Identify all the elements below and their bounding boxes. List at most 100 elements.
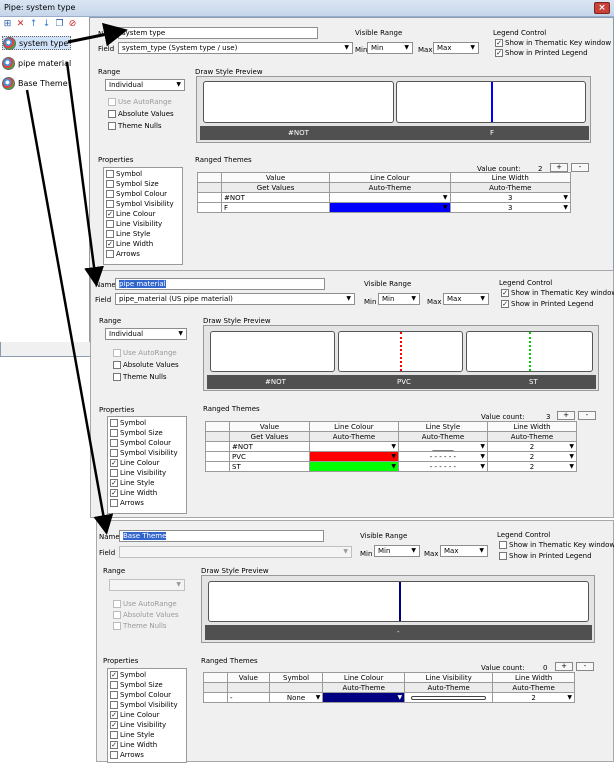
table-row[interactable]: - None ▼ ▼ 2 ▼: [203, 692, 575, 703]
add-value-button[interactable]: +: [550, 163, 568, 172]
get-values-button[interactable]: Get Values: [220, 182, 331, 193]
chevron-down-icon: ▼: [411, 547, 416, 554]
range-mode-select[interactable]: Individual ▼: [105, 328, 187, 340]
theme-nulls-checkbox[interactable]: Theme Nulls: [113, 621, 167, 631]
add-value-button[interactable]: +: [557, 411, 575, 420]
show-thematic-checkbox[interactable]: ✓ Show in Thematic Key window: [495, 38, 611, 48]
absolute-values-checkbox[interactable]: Absolute Values: [113, 610, 179, 620]
auto-theme-button[interactable]: Auto-Theme: [308, 431, 399, 442]
prop-line-visibility[interactable]: Line Visibility: [110, 468, 184, 478]
prop-line-style[interactable]: Line Style: [110, 730, 184, 740]
name-input[interactable]: Base Theme: [119, 530, 324, 542]
remove-value-button[interactable]: -: [578, 411, 596, 420]
prop-symbol[interactable]: Symbol: [106, 169, 180, 179]
auto-theme-button[interactable]: Auto-Theme: [449, 182, 572, 193]
auto-theme-button[interactable]: Auto-Theme: [492, 682, 575, 693]
max-select[interactable]: Max ▼: [440, 545, 488, 557]
move-down-icon[interactable]: ↓: [41, 19, 52, 30]
theme-nulls-checkbox[interactable]: Theme Nulls: [108, 121, 162, 131]
prop-line-width[interactable]: ✓ Line Width: [106, 239, 180, 249]
field-select[interactable]: ▼: [119, 546, 352, 558]
prop-symbol[interactable]: ✓ Symbol: [110, 670, 184, 680]
show-printed-checkbox[interactable]: ✓ Show in Printed Legend: [501, 299, 594, 309]
prop-symbol-size[interactable]: Symbol Size: [110, 680, 184, 690]
remove-value-button[interactable]: -: [576, 662, 594, 671]
prop-line-style[interactable]: Line Style: [106, 229, 180, 239]
prop-line-colour[interactable]: ✓ Line Colour: [110, 458, 184, 468]
table-row[interactable]: #NOT ▼ 3 ▼: [197, 192, 572, 203]
use-autorange-checkbox[interactable]: Use AutoRange: [113, 348, 177, 358]
chevron-down-icon: ▼: [344, 44, 349, 51]
auto-theme-button[interactable]: Auto-Theme: [397, 431, 488, 442]
table-row[interactable]: F ▼ 3 ▼: [197, 202, 572, 213]
line-visibility-slider[interactable]: [411, 695, 487, 700]
value-count-buttons: + -: [557, 411, 596, 420]
chevron-down-icon: ▼: [343, 548, 348, 555]
auto-theme-button[interactable]: Auto-Theme: [329, 182, 451, 193]
prop-symbol-size[interactable]: Symbol Size: [110, 428, 184, 438]
clear-icon[interactable]: ⊘: [67, 19, 78, 30]
theme-nulls-checkbox[interactable]: Theme Nulls: [113, 372, 167, 382]
prop-symbol-visibility[interactable]: Symbol Visibility: [110, 448, 184, 458]
prop-line-width[interactable]: ✓ Line Width: [110, 488, 184, 498]
prop-line-style[interactable]: ✓ Line Style: [110, 478, 184, 488]
prop-symbol-size[interactable]: Symbol Size: [106, 179, 180, 189]
range-label: Range: [98, 68, 121, 76]
table-row[interactable]: PVC ▼ - - - - - - ▼ 2 ▼: [205, 451, 578, 462]
prop-symbol-colour[interactable]: Symbol Colour: [110, 690, 184, 700]
field-select[interactable]: pipe_material (US pipe material) ▼: [115, 293, 355, 305]
max-select[interactable]: Max ▼: [433, 42, 479, 54]
prop-line-visibility[interactable]: ✓ Line Visibility: [110, 720, 184, 730]
field-select[interactable]: system_type (System type / use) ▼: [118, 42, 353, 54]
auto-theme-button[interactable]: Auto-Theme: [486, 431, 578, 442]
prop-symbol-colour[interactable]: Symbol Colour: [110, 438, 184, 448]
use-autorange-checkbox[interactable]: Use AutoRange: [113, 599, 177, 609]
remove-value-button[interactable]: -: [571, 163, 589, 172]
min-select[interactable]: Min ▼: [374, 545, 420, 557]
range-mode-select[interactable]: ▼: [109, 579, 185, 591]
auto-theme-button[interactable]: Auto-Theme: [404, 682, 494, 693]
show-thematic-checkbox[interactable]: ✓ Show in Thematic Key window: [501, 288, 614, 298]
window-title: Pipe: system type: [4, 3, 76, 12]
show-printed-checkbox[interactable]: ✓ Show in Printed Legend: [495, 48, 588, 58]
prop-line-colour[interactable]: ✓ Line Colour: [106, 209, 180, 219]
prop-symbol-colour[interactable]: Symbol Colour: [106, 189, 180, 199]
range-mode-select[interactable]: Individual ▼: [105, 79, 185, 91]
get-values-button[interactable]: Get Values: [229, 431, 310, 442]
prop-symbol-visibility[interactable]: Symbol Visibility: [106, 199, 180, 209]
max-select[interactable]: Max ▼: [443, 293, 489, 305]
table-row[interactable]: #NOT ▼ ______ ▼ 2 ▼: [205, 441, 578, 452]
tree-item-pipe-material[interactable]: pipe material: [2, 56, 71, 70]
prop-arrows[interactable]: Arrows: [110, 750, 184, 760]
prop-line-visibility[interactable]: Line Visibility: [106, 219, 180, 229]
absolute-values-checkbox[interactable]: Absolute Values: [113, 360, 179, 370]
prop-symbol-visibility[interactable]: Symbol Visibility: [110, 700, 184, 710]
delete-icon[interactable]: ✕: [15, 19, 26, 30]
name-input[interactable]: system type: [118, 27, 318, 39]
close-button[interactable]: ×: [594, 2, 610, 14]
copy-icon[interactable]: ❐: [54, 19, 65, 30]
preview-cell: [338, 331, 463, 372]
move-up-icon[interactable]: ↑: [28, 19, 39, 30]
value-count: 3: [546, 413, 551, 421]
min-select[interactable]: Min ▼: [378, 293, 420, 305]
show-thematic-checkbox[interactable]: Show in Thematic Key window: [499, 540, 614, 550]
prop-symbol[interactable]: Symbol: [110, 418, 184, 428]
add-value-button[interactable]: +: [555, 662, 573, 671]
auto-theme-button[interactable]: Auto-Theme: [322, 682, 406, 693]
tree-item-system-type[interactable]: system type: [2, 36, 72, 50]
prop-arrows[interactable]: Arrows: [110, 498, 184, 508]
show-printed-checkbox[interactable]: Show in Printed Legend: [499, 551, 592, 561]
use-autorange-checkbox[interactable]: Use AutoRange: [108, 97, 172, 107]
add-icon[interactable]: ⊞: [2, 19, 13, 30]
table-row[interactable]: ST ▼ - - - - - - ▼ 2 ▼: [205, 461, 578, 472]
preview-cell: [203, 81, 394, 123]
tree-item-base-theme[interactable]: Base Theme: [2, 76, 71, 90]
prop-arrows[interactable]: Arrows: [106, 249, 180, 259]
prop-line-width[interactable]: ✓ Line Width: [110, 740, 184, 750]
min-select[interactable]: Min ▼: [367, 42, 413, 54]
prop-line-colour[interactable]: ✓ Line Colour: [110, 710, 184, 720]
name-input[interactable]: pipe material: [115, 278, 325, 290]
properties-label: Properties: [103, 657, 139, 665]
absolute-values-checkbox[interactable]: Absolute Values: [108, 109, 174, 119]
